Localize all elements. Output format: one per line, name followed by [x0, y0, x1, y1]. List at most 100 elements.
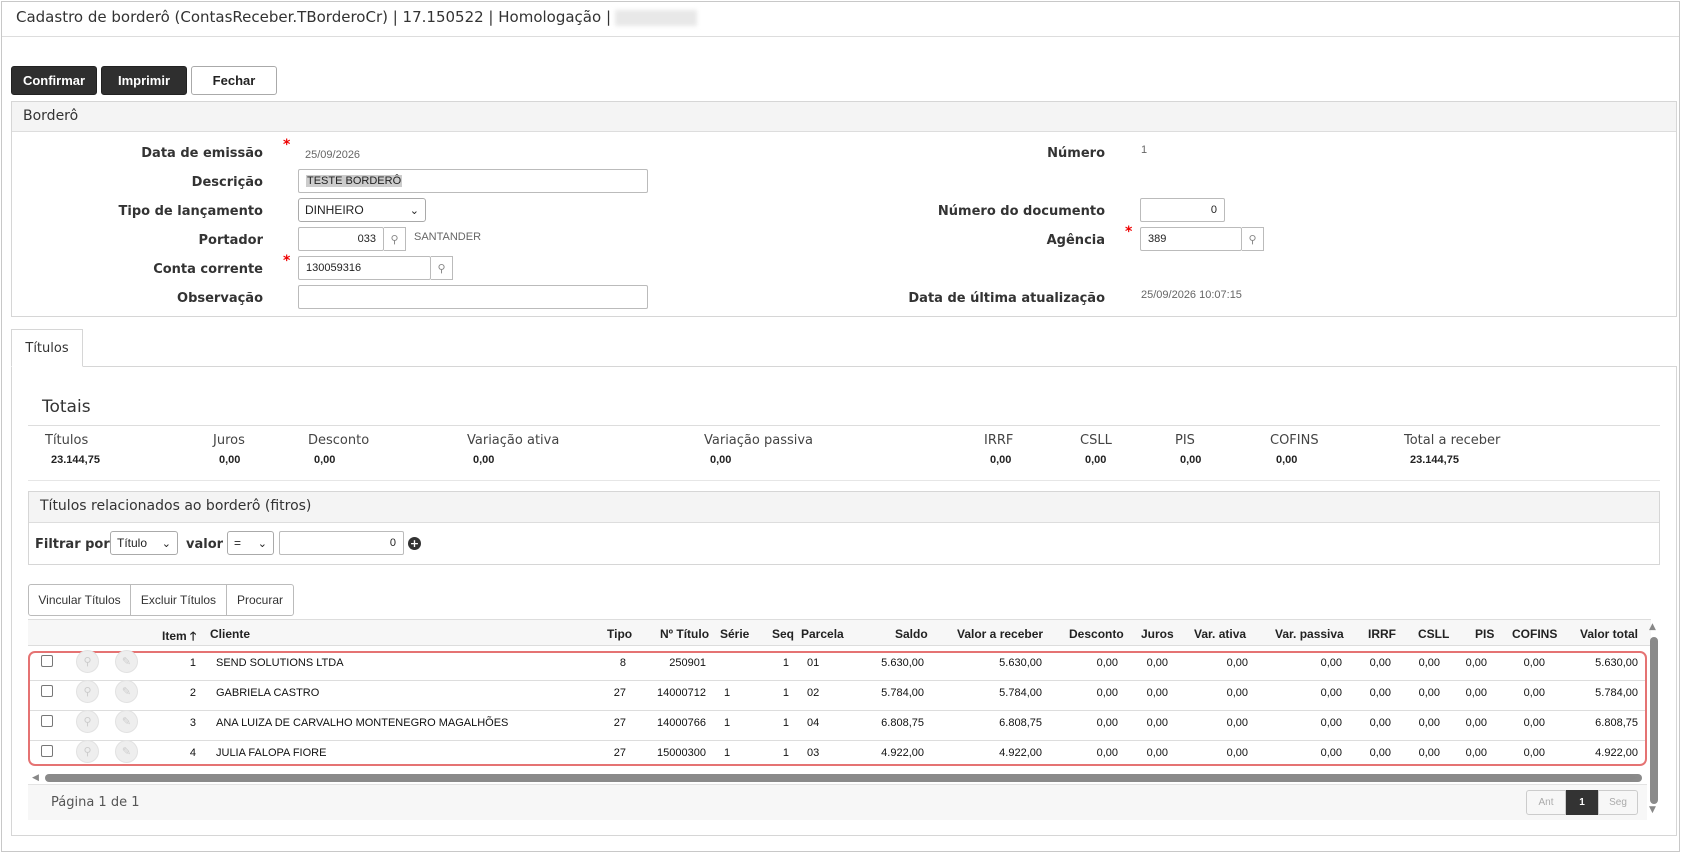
table-cell: 1 — [724, 717, 731, 729]
table-cell: 5.630,00 — [1595, 657, 1638, 669]
filter-value-input[interactable]: 0 — [279, 531, 404, 555]
filter-operator-select[interactable]: = ⌄ — [227, 531, 274, 555]
table-cell: 0,00 — [1465, 717, 1487, 729]
col-desconto-header[interactable]: Desconto — [1069, 627, 1124, 641]
totais-divider — [28, 425, 1660, 426]
col-seq-header[interactable]: Seq — [772, 627, 794, 641]
col-num-titulo-header[interactable]: Nº Título — [660, 627, 709, 641]
page-1-button[interactable]: 1 — [1566, 790, 1598, 815]
portador-search-icon[interactable]: ⚲ — [384, 227, 406, 251]
col-item-header[interactable]: Item 🡑 — [162, 627, 196, 648]
row-divider — [30, 710, 1645, 711]
portador-label: Portador — [198, 233, 263, 248]
confirm-button[interactable]: Confirmar — [11, 66, 97, 95]
vincular-titulos-button[interactable]: Vincular Títulos — [28, 584, 131, 616]
table-cell: 01 — [807, 657, 820, 669]
total-label: Desconto — [308, 433, 370, 448]
conta-input[interactable]: 130059316 — [298, 256, 431, 280]
table-cell: 0,00 — [1523, 717, 1545, 729]
horizontal-scrollbar[interactable] — [45, 774, 1642, 782]
print-button[interactable]: Imprimir — [101, 66, 187, 95]
edit-icon[interactable]: ✎ — [115, 740, 138, 763]
filter-operator-value: = — [234, 536, 242, 550]
pagination-info: Página 1 de 1 — [51, 795, 140, 810]
col-saldo-header[interactable]: Saldo — [895, 627, 928, 641]
valor-label: valor — [186, 537, 224, 552]
row-divider — [30, 680, 1645, 681]
row-checkbox[interactable] — [41, 745, 53, 757]
col-parcela-header[interactable]: Parcela — [801, 627, 844, 641]
tab-titulos[interactable]: Títulos — [11, 329, 83, 367]
table-cell: 04 — [807, 717, 820, 729]
table-cell: 0,00 — [1418, 687, 1440, 699]
close-button[interactable]: Fechar — [191, 66, 277, 95]
table-cell: 0,00 — [1320, 687, 1342, 699]
numero-label: Número — [1047, 146, 1105, 161]
table-cell: 02 — [807, 687, 820, 699]
ultima-atualizacao-label: Data de última atualização — [908, 291, 1105, 306]
total-value: 0,00 — [314, 454, 336, 466]
col-tipo-header[interactable]: Tipo — [607, 627, 632, 641]
total-label: Títulos — [45, 433, 89, 448]
required-marker: * — [1125, 224, 1133, 240]
col-cliente-header[interactable]: Cliente — [210, 627, 250, 641]
conta-search-icon[interactable]: ⚲ — [431, 256, 453, 280]
blurred-user — [615, 9, 697, 26]
total-value: 0,00 — [1276, 454, 1298, 466]
col-serie-header[interactable]: Série — [720, 627, 749, 641]
col-valor-total-header[interactable]: Valor total — [1580, 627, 1638, 641]
table-cell: 0,00 — [1320, 717, 1342, 729]
table-cell: 8 — [619, 657, 626, 669]
edit-icon[interactable]: ✎ — [115, 710, 138, 733]
table-cell: 2 — [189, 687, 196, 699]
agencia-search-icon[interactable]: ⚲ — [1242, 227, 1264, 251]
descricao-input[interactable]: TESTE BORDERÔ — [298, 169, 648, 193]
table-cell: 27 — [613, 717, 626, 729]
col-juros-header[interactable]: Juros — [1141, 627, 1174, 641]
table-cell: 1 — [724, 687, 731, 699]
scroll-down-icon[interactable]: ▼ — [1649, 805, 1656, 815]
view-icon[interactable]: ⚲ — [76, 710, 99, 733]
tipo-select[interactable]: DINHEIRO ⌄ — [298, 198, 426, 222]
prev-page-button[interactable]: Ant — [1526, 790, 1566, 815]
col-var-ativa-header[interactable]: Var. ativa — [1194, 627, 1246, 641]
num-doc-input[interactable]: 0 — [1140, 198, 1225, 222]
view-icon[interactable]: ⚲ — [76, 680, 99, 703]
table-cell: 1 — [782, 717, 789, 729]
next-page-button[interactable]: Seg — [1598, 790, 1638, 815]
edit-icon[interactable]: ✎ — [115, 680, 138, 703]
row-checkbox[interactable] — [41, 685, 53, 697]
vertical-scrollbar[interactable] — [1650, 637, 1658, 804]
view-icon[interactable]: ⚲ — [76, 650, 99, 673]
table-cell: SEND SOLUTIONS LTDA — [216, 657, 344, 669]
add-filter-icon[interactable]: + — [408, 537, 421, 550]
col-valor-receber-header[interactable]: Valor a receber — [957, 627, 1043, 641]
scroll-left-icon[interactable]: ◀ — [32, 773, 40, 783]
portador-name: SANTANDER — [414, 231, 482, 243]
table-cell: 0,00 — [1465, 687, 1487, 699]
excluir-titulos-button[interactable]: Excluir Títulos — [130, 584, 227, 616]
col-irrf-header[interactable]: IRRF — [1368, 627, 1396, 641]
col-cofins-header[interactable]: COFINS — [1512, 627, 1557, 641]
data-emissao-value: 25/09/2026 — [305, 149, 361, 161]
numero-value: 1 — [1141, 144, 1148, 156]
required-marker: * — [283, 137, 291, 153]
col-csll-header[interactable]: CSLL — [1418, 627, 1449, 641]
portador-input[interactable]: 033 — [298, 227, 384, 251]
observacao-input[interactable] — [298, 285, 648, 309]
table-cell: 1 — [782, 657, 789, 669]
total-label: PIS — [1175, 433, 1195, 448]
table-cell: 0,00 — [1226, 687, 1248, 699]
edit-icon[interactable]: ✎ — [115, 650, 138, 673]
scroll-up-icon[interactable]: ▲ — [1649, 622, 1656, 632]
totais-bottom-divider — [28, 480, 1660, 481]
col-var-passiva-header[interactable]: Var. passiva — [1275, 627, 1344, 641]
filter-field-select[interactable]: Título ⌄ — [110, 531, 178, 555]
view-icon[interactable]: ⚲ — [76, 740, 99, 763]
col-pis-header[interactable]: PIS — [1475, 627, 1494, 641]
row-checkbox[interactable] — [41, 655, 53, 667]
procurar-button[interactable]: Procurar — [226, 584, 294, 616]
agencia-input[interactable]: 389 — [1140, 227, 1242, 251]
scroll-right-icon[interactable]: ▶ — [1630, 773, 1638, 783]
row-checkbox[interactable] — [41, 715, 53, 727]
